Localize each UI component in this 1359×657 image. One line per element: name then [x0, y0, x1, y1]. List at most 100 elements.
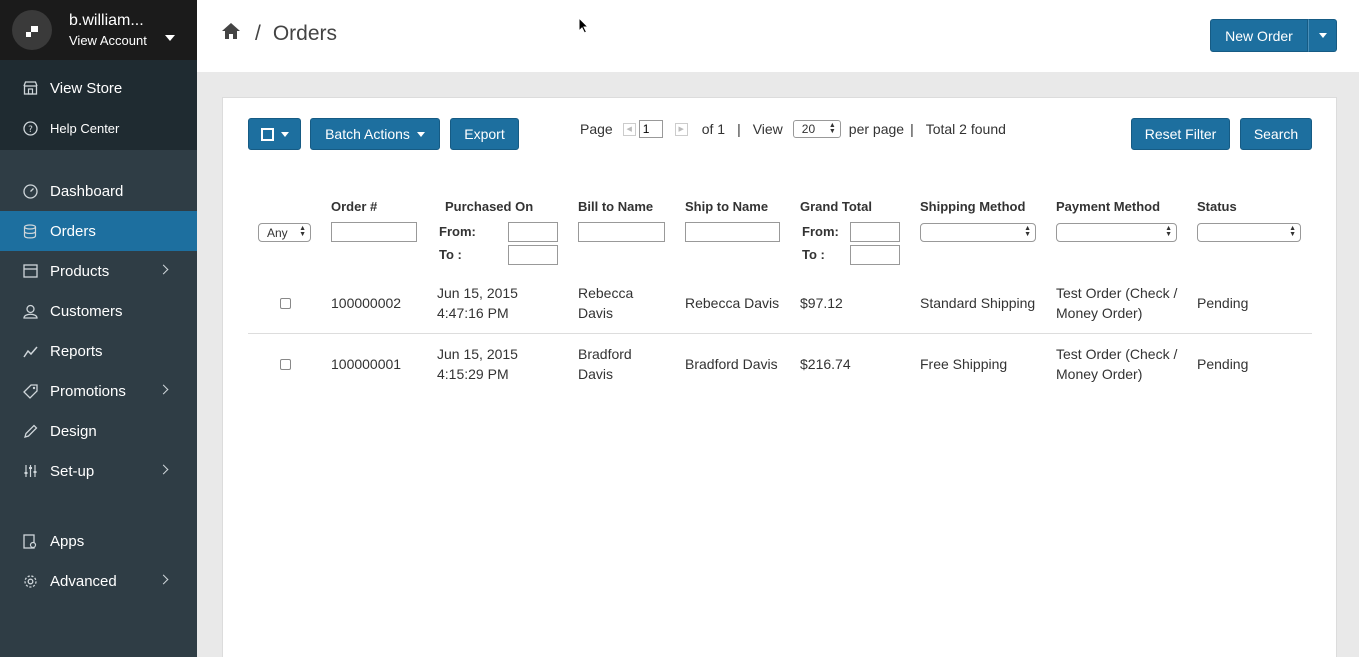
svg-text:?: ? [28, 125, 33, 135]
select-arrows-icon: ▲ ▼ [1024, 225, 1031, 238]
per-page-label: per page [848, 121, 905, 137]
caret-down-icon [416, 131, 425, 137]
order-number[interactable]: 100000001 [331, 354, 401, 374]
column-header-total[interactable]: Grand Total [800, 199, 872, 214]
column-header-status[interactable]: Status [1197, 199, 1237, 214]
table-row[interactable]: 100000001 Jun 15, 2015 4:15:29 PM Bradfo… [248, 334, 1312, 395]
apps-icon [22, 533, 38, 549]
chevron-right-icon[interactable] [158, 264, 169, 275]
search-button[interactable]: Search [1240, 118, 1312, 150]
shipping-method: Standard Shipping [920, 295, 1036, 311]
sidebar: b.william... View Account View Store ? H… [0, 0, 197, 657]
payment-method: Test Order (Check / Money Order) [1056, 283, 1177, 323]
view-account-link[interactable]: View Account [69, 33, 147, 49]
sidebar-item-orders[interactable]: Orders [0, 211, 197, 251]
column-header-bill[interactable]: Bill to Name [578, 199, 653, 214]
order-number-filter[interactable] [331, 222, 417, 242]
ship-name-filter[interactable] [685, 222, 780, 242]
ship-to-name: Bradford Davis [685, 356, 778, 372]
sidebar-item-label: Design [50, 422, 97, 440]
order-number[interactable]: 100000002 [331, 293, 401, 313]
column-header-ship[interactable]: Ship to Name [685, 199, 768, 214]
sidebar-item-label: Promotions [50, 382, 126, 400]
next-page-icon[interactable]: ▶ [674, 122, 688, 136]
bill-first-name: Bradford [578, 346, 632, 362]
sidebar-item-label: Set-up [50, 462, 95, 480]
total-from-input[interactable] [850, 222, 900, 242]
prev-page-icon[interactable]: ◀ [622, 122, 636, 136]
row-checkbox[interactable] [280, 359, 291, 370]
sidebar-item-view-store[interactable]: View Store [0, 68, 197, 108]
sidebar-item-dashboard[interactable]: Dashboard [0, 171, 197, 211]
gear-icon [22, 573, 38, 589]
export-button[interactable]: Export [450, 118, 519, 150]
sidebar-item-promotions[interactable]: Promotions [0, 371, 197, 411]
purchase-time: 4:15:29 PM [437, 366, 509, 382]
account-caret-icon[interactable] [165, 35, 175, 41]
sidebar-item-products[interactable]: Products [0, 251, 197, 291]
shipping-method-filter[interactable]: ▲ ▼ [920, 223, 1036, 242]
sidebar-item-label: Orders [50, 222, 96, 240]
sidebar-item-help-center[interactable]: ? Help Center [0, 108, 197, 148]
column-header-order[interactable]: Order # [331, 199, 377, 214]
sidebar-item-customers[interactable]: Customers [0, 291, 197, 331]
select-arrows-icon: ▲ ▼ [828, 122, 836, 135]
column-header-purchased[interactable]: Purchased On [445, 199, 533, 214]
sidebar-item-label: Dashboard [50, 182, 124, 200]
divider: | [737, 121, 741, 137]
payment-line-1: Test Order (Check / [1056, 285, 1178, 301]
new-order-dropdown-button[interactable] [1308, 19, 1337, 52]
select-arrows-icon: ▲ ▼ [299, 225, 306, 238]
store-logo-icon [12, 10, 52, 50]
chevron-right-icon[interactable] [158, 464, 169, 475]
shipping-method: Free Shipping [920, 356, 1008, 372]
column-header-payment[interactable]: Payment Method [1056, 199, 1160, 214]
sidebar-item-label: Apps [50, 532, 85, 550]
per-page-select[interactable]: 20 ▲ ▼ [792, 120, 841, 138]
batch-actions-button[interactable]: Batch Actions [310, 118, 440, 150]
payment-method-filter[interactable]: ▲ ▼ [1056, 223, 1177, 242]
table-row[interactable]: 100000002 Jun 15, 2015 4:47:16 PM Rebecc… [248, 273, 1312, 334]
purchase-date: Jun 15, 2015 [437, 285, 518, 301]
total-to-input[interactable] [850, 245, 900, 265]
pagination: Page ◀ ▶ of 1 | View 20 ▲▼ per page | To… [580, 120, 1006, 138]
ship-to-name: Rebecca Davis [685, 295, 780, 311]
purchased-to-input[interactable] [508, 245, 558, 265]
sidebar-item-apps[interactable]: Apps [0, 521, 197, 561]
pencil-icon [22, 423, 38, 439]
sidebar-item-reports[interactable]: Reports [0, 331, 197, 371]
bill-last-name: Davis [578, 305, 614, 321]
checkbox-filter-select[interactable]: Any ▲ ▼ [258, 223, 311, 242]
page-count: of 1 [701, 121, 726, 137]
status-value: Pending [1197, 295, 1249, 311]
status-filter[interactable]: ▲ ▼ [1197, 223, 1301, 242]
select-all-dropdown[interactable] [248, 118, 301, 150]
bill-to-name: Bradford Davis [578, 344, 632, 384]
sidebar-item-setup[interactable]: Set-up [0, 451, 197, 491]
reset-filter-button[interactable]: Reset Filter [1131, 118, 1230, 150]
sidebar-item-advanced[interactable]: Advanced [0, 561, 197, 601]
chevron-right-icon[interactable] [158, 384, 169, 395]
top-bar: / Orders New Order [197, 0, 1359, 72]
purchased-from-input[interactable] [508, 222, 558, 242]
page-label: Page [580, 121, 613, 137]
total-found: Total 2 found [925, 121, 1006, 137]
payment-line-2: Money Order) [1056, 366, 1143, 382]
orders-icon [22, 223, 38, 239]
row-checkbox[interactable] [280, 298, 291, 309]
bill-name-filter[interactable] [578, 222, 665, 242]
help-icon: ? [22, 120, 38, 136]
column-header-shipping[interactable]: Shipping Method [920, 199, 1025, 214]
status-value: Pending [1197, 356, 1249, 372]
purchase-date: Jun 15, 2015 [437, 346, 518, 362]
new-order-button[interactable]: New Order [1210, 19, 1308, 52]
account-name: b.william... [69, 11, 144, 29]
sidebar-item-design[interactable]: Design [0, 411, 197, 451]
home-icon[interactable] [221, 22, 241, 46]
total-to-label: To : [802, 247, 825, 262]
account-menu[interactable]: b.william... View Account [0, 0, 197, 60]
new-order-button-group: New Order [1210, 19, 1337, 52]
chevron-right-icon[interactable] [158, 574, 169, 585]
breadcrumb-separator: / [255, 22, 261, 45]
page-number-input[interactable] [638, 120, 663, 138]
